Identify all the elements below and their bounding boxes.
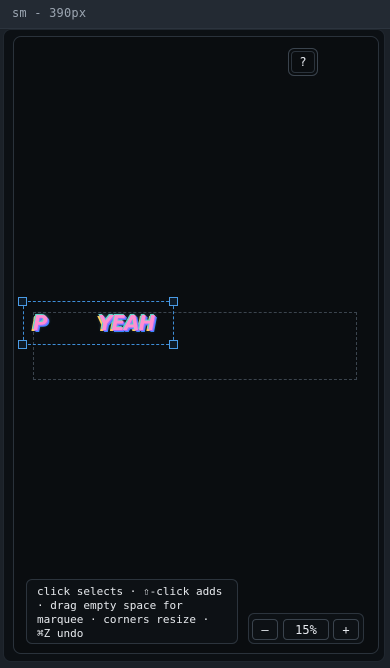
zoom-out-button[interactable]: – (252, 619, 278, 640)
zoom-level-display[interactable]: 15% (283, 619, 329, 640)
resize-handle-bottom-left[interactable] (18, 340, 27, 349)
window-title-bar: sm - 390px (0, 0, 390, 29)
zoom-in-button[interactable]: + (333, 619, 359, 640)
question-mark-icon: ? (291, 51, 315, 73)
window-title: sm - 390px (12, 6, 87, 20)
selection-marquee[interactable] (23, 301, 174, 345)
resize-handle-top-left[interactable] (18, 297, 27, 306)
zoom-controls: – 15% + (248, 613, 364, 644)
hint-text: click selects · ⇧-click adds · drag empt… (37, 585, 223, 640)
help-hint-panel: click selects · ⇧-click adds · drag empt… (26, 579, 238, 644)
help-button[interactable]: ? (288, 48, 318, 76)
plus-icon: + (342, 622, 350, 637)
resize-handle-top-right[interactable] (169, 297, 178, 306)
resize-handle-bottom-right[interactable] (169, 340, 178, 349)
minus-icon: – (261, 622, 269, 637)
